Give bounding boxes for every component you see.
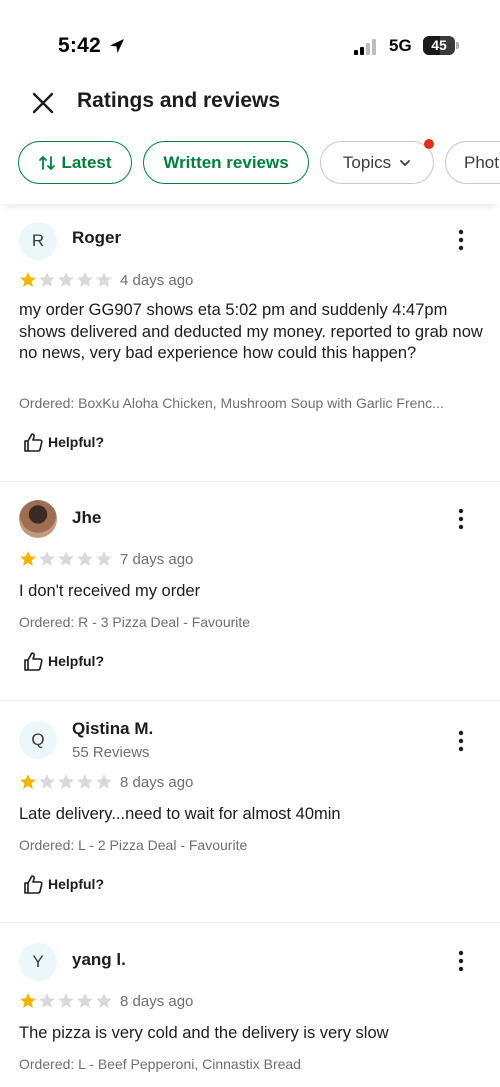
- star-rating: 4 days ago: [19, 271, 193, 289]
- reviewer-name: Jhe: [72, 508, 102, 527]
- avatar: Q: [19, 721, 57, 759]
- more-options-icon[interactable]: [452, 949, 470, 973]
- page-title: Ratings and reviews: [77, 89, 281, 112]
- star-empty-icon: [96, 993, 112, 1008]
- avatar-photo: [19, 500, 57, 538]
- filter-chip-label: Phot: [464, 152, 499, 172]
- thumbs-up-icon: [24, 874, 43, 894]
- divider: [0, 481, 500, 482]
- helpful-label: Helpful?: [48, 434, 104, 450]
- ordered-items: Ordered: BoxKu Aloha Chicken, Mushroom S…: [19, 395, 444, 411]
- star-rating: 7 days ago: [19, 550, 193, 568]
- thumbs-up-icon: [24, 432, 43, 452]
- star-rating: 8 days ago: [19, 992, 193, 1010]
- helpful-button[interactable]: Helpful?: [23, 873, 104, 895]
- star-empty-icon: [96, 774, 112, 789]
- star-empty-icon: [39, 993, 55, 1008]
- reviewer-name: yang l.: [72, 950, 126, 969]
- star-empty-icon: [77, 272, 93, 287]
- header: Ratings and reviews: [0, 72, 500, 132]
- review-date: 7 days ago: [120, 550, 194, 568]
- battery-icon: 45: [423, 36, 455, 55]
- sort-icon: [39, 155, 56, 170]
- filter-chip-label: Topics: [342, 152, 392, 172]
- divider: [0, 922, 500, 923]
- filter-chip-topics[interactable]: Topics: [320, 139, 434, 184]
- helpful-label: Helpful?: [48, 876, 104, 892]
- star-filled-icon: [20, 551, 36, 566]
- avatar: R: [19, 222, 57, 260]
- filter-chip-latest[interactable]: Latest: [18, 141, 132, 184]
- more-options-icon[interactable]: [452, 729, 470, 753]
- helpful-button[interactable]: Helpful?: [23, 431, 104, 453]
- battery-cap: [456, 42, 459, 49]
- review-text: I don't received my order: [19, 582, 201, 600]
- status-bar: 5:42 5G 45: [0, 0, 500, 72]
- review-text: my order GG907 shows eta 5:02 pm and sud…: [19, 301, 483, 362]
- star-empty-icon: [77, 993, 93, 1008]
- helpful-button[interactable]: Helpful?: [23, 650, 104, 672]
- star-empty-icon: [58, 993, 74, 1008]
- filter-chip-photos[interactable]: Phot: [445, 141, 500, 184]
- ordered-items: Ordered: L - 2 Pizza Deal - Favourite: [19, 837, 248, 853]
- star-filled-icon: [20, 272, 36, 287]
- star-rating: 8 days ago: [19, 773, 193, 791]
- review-date: 8 days ago: [120, 992, 194, 1010]
- star-empty-icon: [39, 272, 55, 287]
- thumbs-up-icon: [24, 651, 43, 671]
- notification-dot: [424, 139, 434, 149]
- location-arrow-icon: [110, 39, 124, 53]
- reviewer-name: Qistina M.: [72, 719, 154, 738]
- filter-chip-label: Written reviews: [163, 152, 289, 172]
- star-empty-icon: [58, 774, 74, 789]
- signal-icon: [354, 39, 380, 55]
- avatar: Y: [19, 943, 57, 981]
- review-text: Late delivery...need to wait for almost …: [19, 805, 341, 823]
- reviewer-review-count: 55 Reviews: [72, 744, 150, 761]
- helpful-label: Helpful?: [48, 653, 104, 669]
- star-empty-icon: [96, 272, 112, 287]
- review-date: 8 days ago: [120, 773, 194, 791]
- reviewer-name: Roger: [72, 228, 122, 247]
- star-filled-icon: [20, 993, 36, 1008]
- star-empty-icon: [77, 774, 93, 789]
- ordered-items: Ordered: L - Beef Pepperoni, Cinnastix B…: [19, 1056, 301, 1072]
- more-options-icon[interactable]: [452, 228, 470, 252]
- filter-chips: Latest Written reviews Topics Phot: [0, 138, 500, 204]
- star-filled-icon: [20, 774, 36, 789]
- chevron-down-icon: [400, 159, 410, 166]
- divider: [0, 700, 500, 701]
- network-type: 5G: [389, 36, 412, 55]
- star-empty-icon: [58, 272, 74, 287]
- status-time: 5:42: [58, 34, 101, 57]
- battery-level: 45: [431, 37, 447, 53]
- star-empty-icon: [96, 551, 112, 566]
- star-empty-icon: [39, 551, 55, 566]
- star-empty-icon: [77, 551, 93, 566]
- ordered-items: Ordered: R - 3 Pizza Deal - Favourite: [19, 614, 251, 630]
- more-options-icon[interactable]: [452, 507, 470, 531]
- star-empty-icon: [58, 551, 74, 566]
- star-empty-icon: [39, 774, 55, 789]
- review-date: 4 days ago: [120, 271, 194, 289]
- filter-chip-written-reviews[interactable]: Written reviews: [143, 141, 309, 184]
- close-icon[interactable]: [30, 90, 56, 116]
- review-text: The pizza is very cold and the delivery …: [19, 1024, 389, 1042]
- filter-chip-label: Latest: [61, 152, 112, 172]
